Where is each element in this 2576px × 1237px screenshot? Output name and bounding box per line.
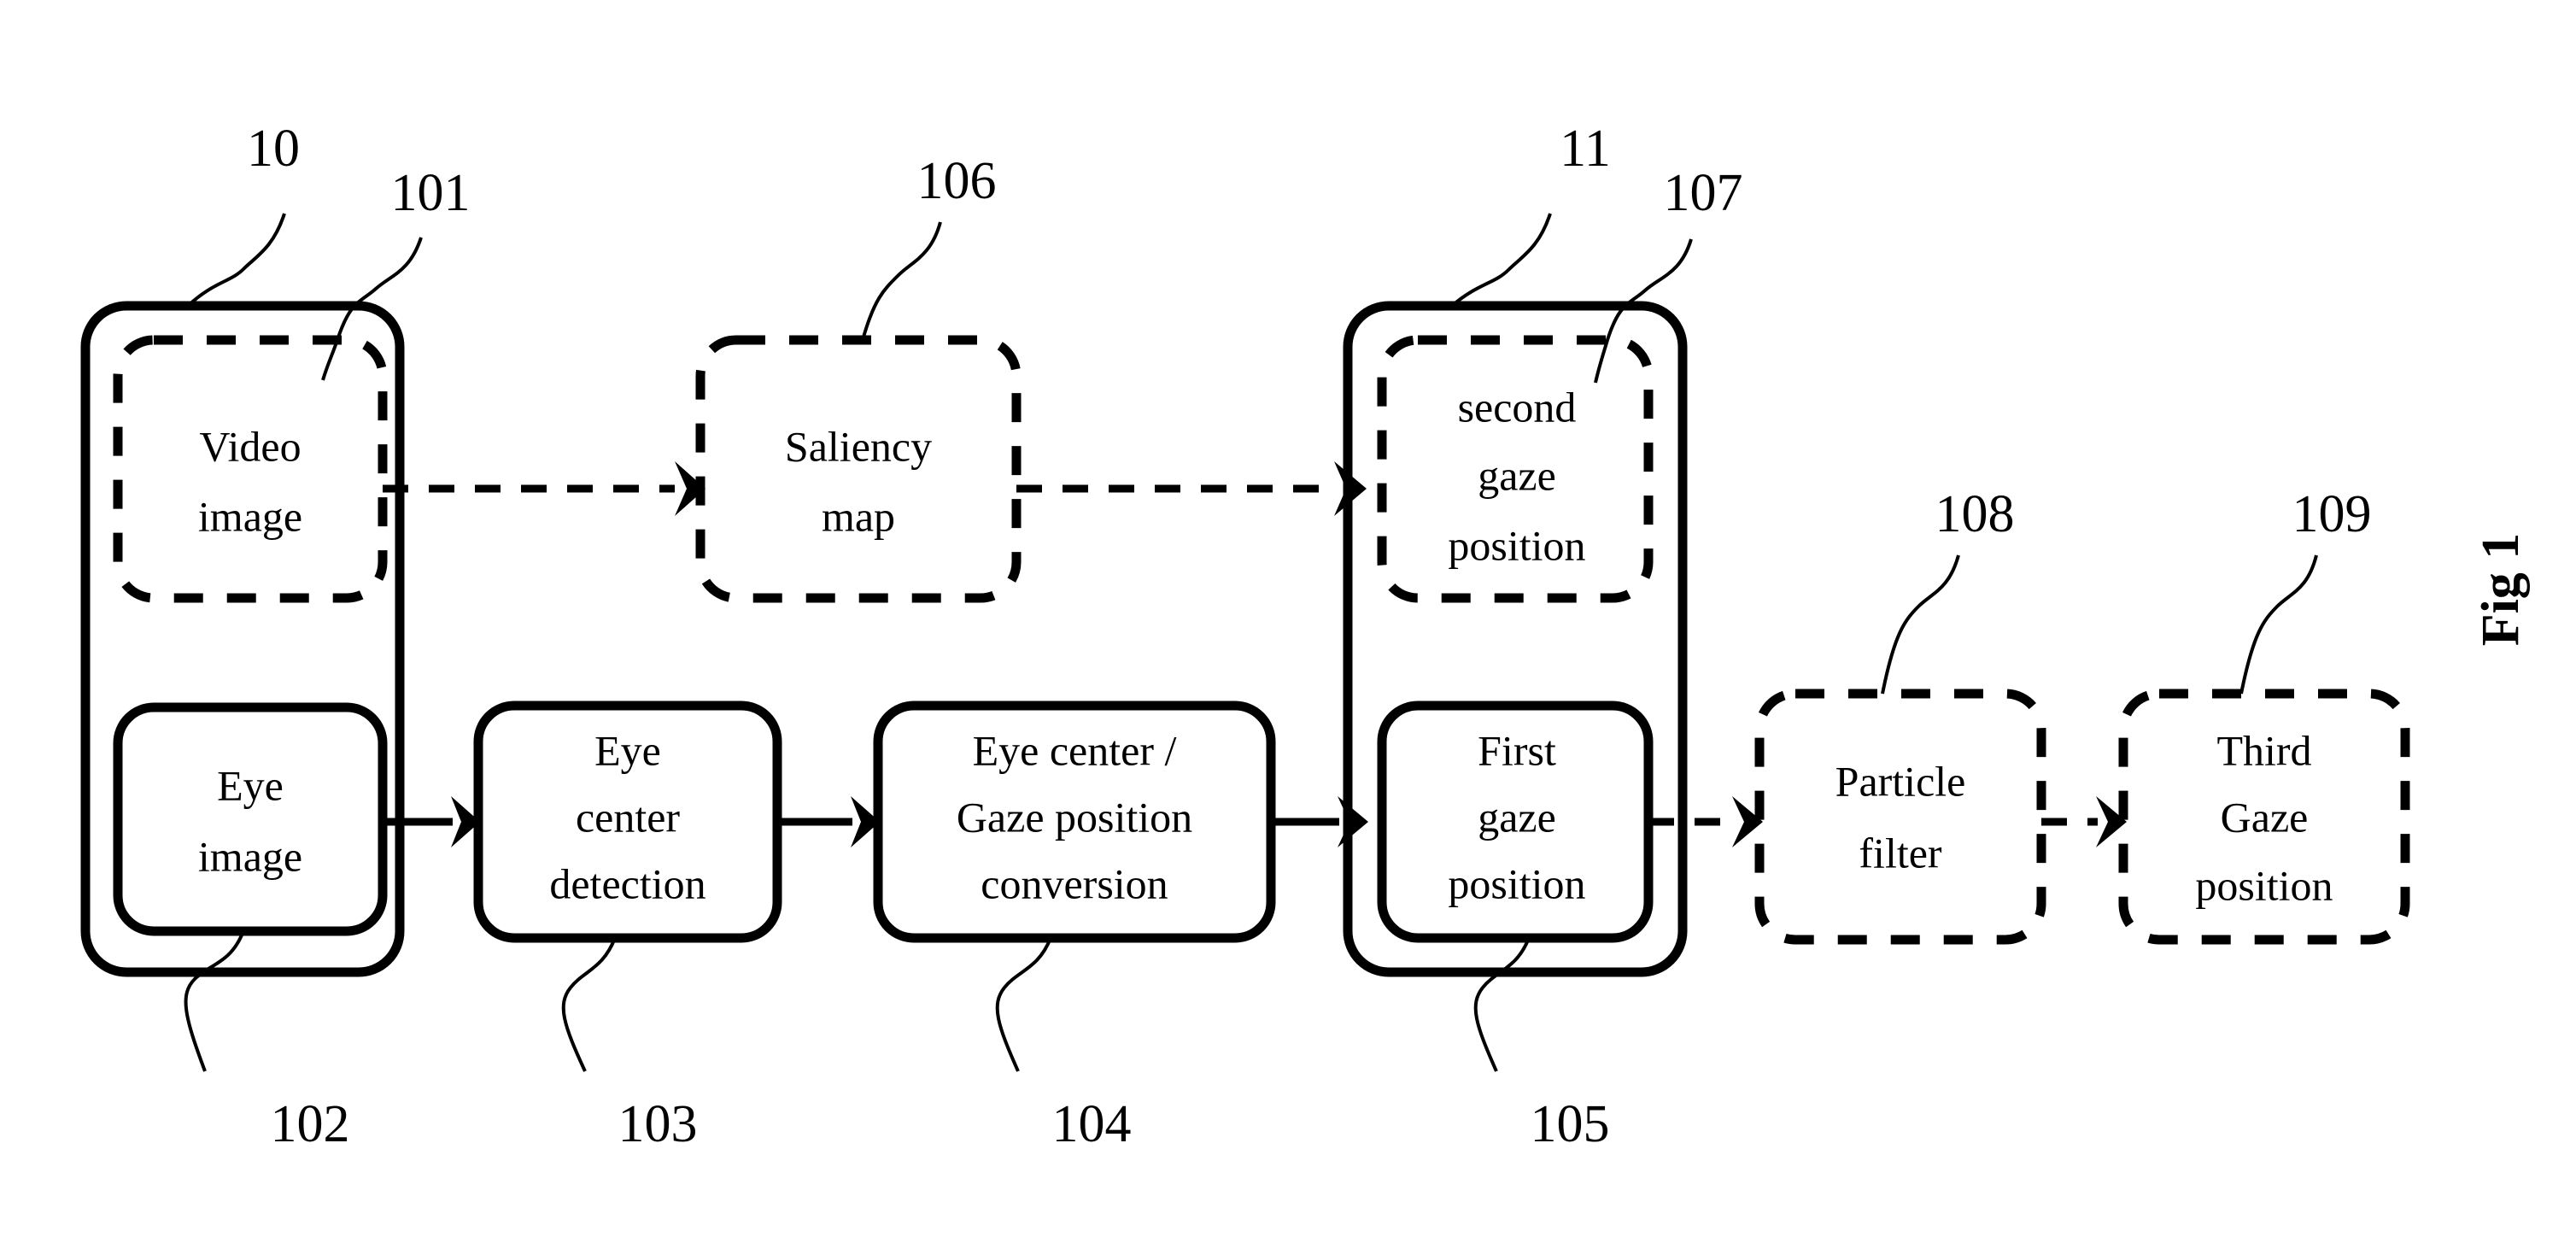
box-first-gaze-line1: First <box>1478 726 1556 774</box>
ref-num-11: 11 <box>1560 120 1611 178</box>
box-first-gaze-line2: gaze <box>1478 793 1556 841</box>
box-particle-filter <box>1754 689 2046 945</box>
arrow-particle-filter-to-third-gaze <box>2041 796 2127 847</box>
box-gaze-conversion-line1: Eye center / <box>973 726 1177 774</box>
box-gaze-conversion-line3: conversion <box>981 859 1168 907</box>
leader-line-10 <box>186 213 286 308</box>
leader-line-105 <box>1473 937 1531 1072</box>
leader-line-108 <box>1881 554 1960 695</box>
ref-num-101: 101 <box>391 164 471 222</box>
box-eye-image-line2: image <box>198 832 302 880</box>
arrow-video-to-saliency <box>383 461 705 516</box>
leader-line-109 <box>2239 554 2318 695</box>
box-eye-center-detection-line1: Eye <box>594 726 661 774</box>
arrow-first-gaze-to-particle-filter <box>1648 796 1763 847</box>
box-video-image-line1: Video <box>199 422 301 470</box>
box-eye-center-detection-line3: detection <box>549 859 705 907</box>
box-particle-filter-line2: filter <box>1859 829 1942 876</box>
ref-num-107: 107 <box>1664 164 1743 222</box>
leader-line-102 <box>184 930 245 1072</box>
leader-line-106 <box>861 221 942 341</box>
box-second-gaze-line1: second <box>1458 383 1577 431</box>
box-saliency-map-line2: map <box>822 492 895 540</box>
box-eye-image <box>113 702 388 936</box>
ref-num-109: 109 <box>2292 485 2372 543</box>
ref-num-10: 10 <box>247 120 300 178</box>
box-video-image-line2: image <box>198 492 302 540</box>
figure-caption: Fig 1 <box>2472 533 2530 647</box>
box-third-gaze-line1: Third <box>2216 726 2311 774</box>
figure-caption-group: Fig 1 <box>2472 533 2530 647</box>
box-particle-filter-line1: Particle <box>1835 757 1966 805</box>
box-eye-center-detection-line2: center <box>576 793 680 841</box>
box-gaze-conversion-line2: Gaze position <box>957 793 1192 841</box>
diagram-canvas: Video image Eye image Saliency map Eye c… <box>80 120 2530 1153</box>
box-saliency-map-line1: Saliency <box>785 422 932 470</box>
ref-num-103: 103 <box>618 1095 698 1153</box>
arrow-conversion-to-first-gaze <box>1271 796 1368 847</box>
box-second-gaze-line2: gaze <box>1478 451 1556 499</box>
box-third-gaze-line2: Gaze <box>2221 793 2309 841</box>
box-first-gaze-line3: position <box>1448 859 1585 907</box>
box-second-gaze-line3: position <box>1448 521 1585 569</box>
box-third-gaze-line3: position <box>2195 861 2333 909</box>
box-eye-image-line1: Eye <box>217 761 284 809</box>
patent-figure: Video image Eye image Saliency map Eye c… <box>0 0 2576 1237</box>
ref-num-102: 102 <box>271 1095 350 1153</box>
arrow-detection-to-conversion <box>777 796 880 847</box>
ref-num-106: 106 <box>917 152 997 210</box>
ref-num-104: 104 <box>1052 1095 1132 1153</box>
arrow-saliency-to-second-gaze <box>1016 461 1367 516</box>
leader-line-104 <box>995 937 1052 1072</box>
ref-num-108: 108 <box>1935 485 2015 543</box>
leader-line-11 <box>1450 213 1552 308</box>
ref-num-105: 105 <box>1531 1095 1610 1153</box>
leader-line-103 <box>561 937 617 1072</box>
